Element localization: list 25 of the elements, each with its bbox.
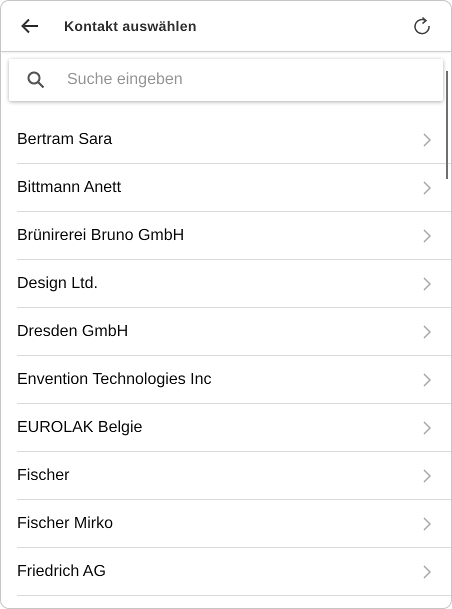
refresh-icon[interactable] (413, 16, 431, 36)
contact-item[interactable]: Envention Technologies Inc (17, 356, 451, 404)
back-arrow-icon[interactable] (21, 18, 39, 34)
scrollbar[interactable] (446, 71, 448, 179)
chevron-right-icon (423, 132, 431, 146)
contact-item[interactable]: Dresden GmbH (17, 308, 451, 356)
chevron-right-icon (423, 420, 431, 434)
chevron-right-icon (423, 372, 431, 386)
search-field[interactable]: Suche eingeben (65, 70, 443, 90)
contact-item[interactable]: Bittmann Anett (17, 164, 451, 212)
search-icon (27, 71, 45, 89)
dialog-title: Kontakt auswählen (64, 18, 198, 34)
contact-item[interactable]: Friedrich AG (17, 548, 451, 596)
chevron-right-icon (423, 276, 431, 290)
contact-item[interactable]: Brünirerei Bruno GmbH (17, 212, 451, 260)
contact-item[interactable]: EUROLAK Belgie (17, 404, 451, 452)
chevron-right-icon (423, 516, 431, 530)
contact-item[interactable]: Design Ltd. (17, 260, 451, 308)
chevron-right-icon (423, 468, 431, 482)
chevron-right-icon (423, 228, 431, 242)
chevron-right-icon (423, 324, 431, 338)
contact-item[interactable]: Fischer (17, 452, 451, 500)
chevron-right-icon (423, 564, 431, 578)
chevron-right-icon (423, 180, 431, 194)
contact-item[interactable]: Fischer Mirko (17, 500, 451, 548)
